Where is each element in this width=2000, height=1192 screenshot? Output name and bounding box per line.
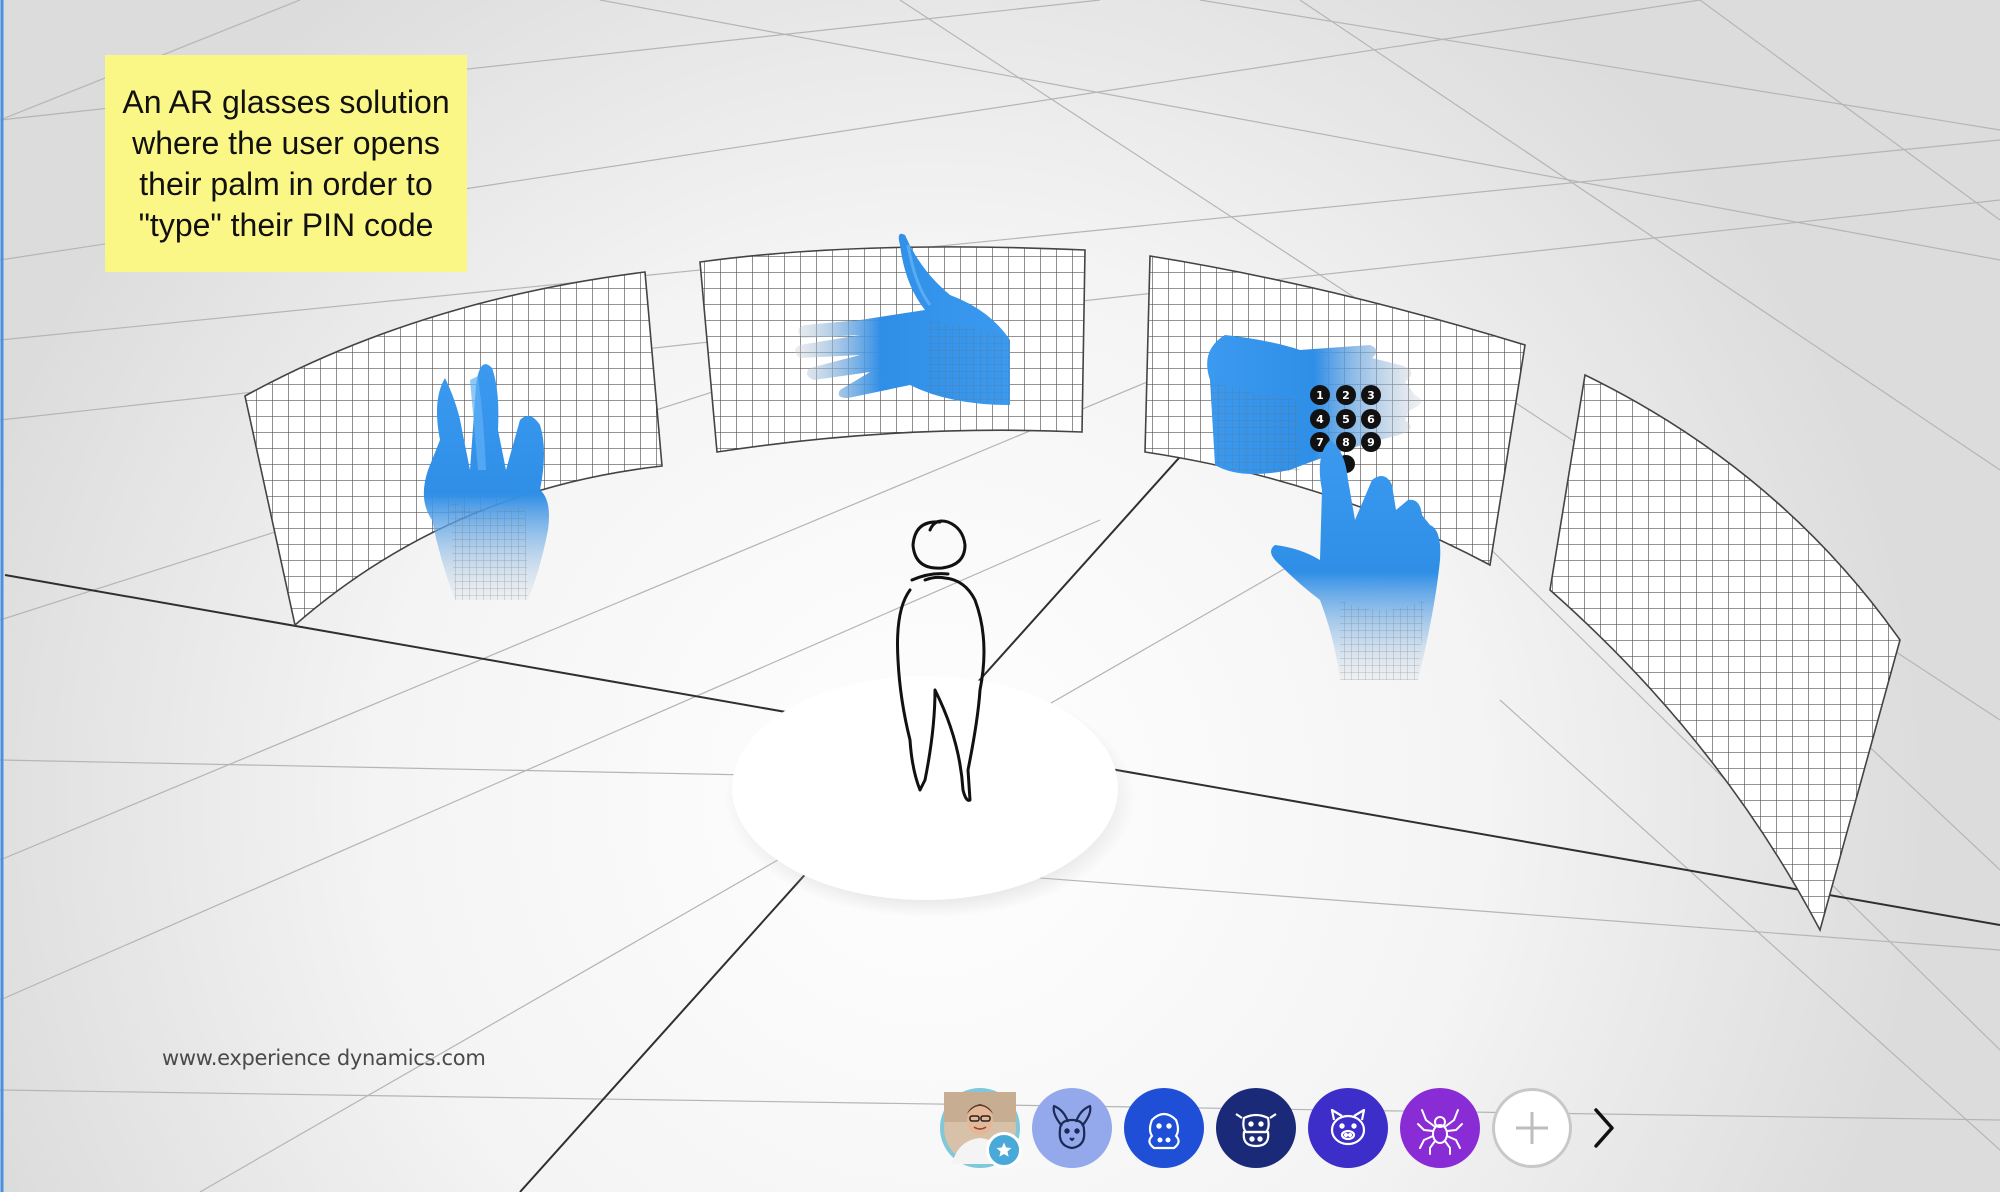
rabbit-icon [1052, 1104, 1092, 1150]
keypad-key[interactable]: 2 [1336, 385, 1356, 405]
sticky-note: An AR glasses solution where the user op… [105, 55, 467, 272]
cow-icon [1235, 1113, 1277, 1148]
spider-avatar[interactable] [1400, 1088, 1480, 1168]
hippo-avatar[interactable] [1124, 1088, 1204, 1168]
chevron-right-icon [1594, 1108, 1614, 1148]
pig-avatar[interactable] [1308, 1088, 1388, 1168]
star-badge-icon [986, 1132, 1022, 1168]
next-page-button[interactable] [1584, 1088, 1624, 1168]
keypad-key[interactable]: 6 [1361, 409, 1381, 429]
svg-text:3: 3 [1367, 389, 1375, 402]
keypad-key[interactable]: 1 [1310, 385, 1330, 405]
svg-text:5: 5 [1342, 413, 1350, 426]
svg-text:2: 2 [1342, 389, 1350, 402]
participant-toolbar [940, 1086, 1624, 1170]
plus-icon [1516, 1112, 1548, 1144]
svg-text:1: 1 [1316, 389, 1324, 402]
svg-text:8: 8 [1342, 436, 1350, 449]
add-participant-button[interactable] [1492, 1088, 1572, 1168]
svg-text:6: 6 [1367, 413, 1375, 426]
cow-avatar[interactable] [1216, 1088, 1296, 1168]
platform-disc [732, 676, 1118, 900]
svg-text:9: 9 [1367, 436, 1375, 449]
keypad-key[interactable]: 3 [1361, 385, 1381, 405]
rabbit-avatar[interactable] [1032, 1088, 1112, 1168]
spider-icon [1417, 1109, 1463, 1155]
keypad-key[interactable]: 4 [1310, 409, 1330, 429]
pig-icon [1330, 1108, 1366, 1146]
keypad-key[interactable]: 8 [1336, 432, 1356, 452]
panel-open-palm-hand [699, 233, 1086, 453]
svg-text:4: 4 [1316, 413, 1324, 426]
keypad-key[interactable]: 5 [1336, 409, 1356, 429]
svg-text:7: 7 [1316, 436, 1324, 449]
website-watermark: www.experience dynamics.com [162, 1046, 486, 1070]
user-avatar[interactable] [940, 1088, 1022, 1168]
hippo-icon [1148, 1112, 1180, 1150]
note-text: An AR glasses solution where the user op… [122, 83, 450, 243]
keypad-key[interactable]: 9 [1361, 432, 1381, 452]
